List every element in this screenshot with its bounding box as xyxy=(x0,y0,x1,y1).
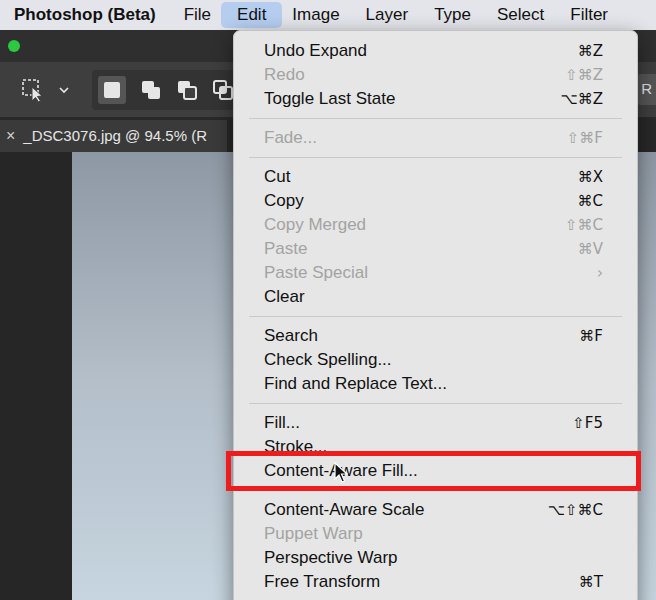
menu-item[interactable]: Toggle Last State⌥⌘Z xyxy=(234,87,637,111)
menu-item-label: Copy Merged xyxy=(264,212,565,238)
menu-item[interactable]: Clear xyxy=(234,285,637,309)
document-tab[interactable]: × _DSC3076.jpg @ 94.5% (R xyxy=(0,120,227,152)
menu-item-shortcut: ⌘X xyxy=(578,166,603,189)
menu-separator xyxy=(234,150,637,165)
menu-item: Redo⇧⌘Z xyxy=(234,63,637,87)
menu-item-label: Fill... xyxy=(264,410,572,436)
subtract-selection-icon[interactable] xyxy=(176,79,198,101)
chevron-down-icon[interactable] xyxy=(58,84,70,96)
menu-title[interactable]: Layer xyxy=(353,2,422,28)
menu-item-shortcut: › xyxy=(597,262,603,285)
selection-tool-icon[interactable] xyxy=(20,77,46,103)
tab-close-button[interactable]: × xyxy=(6,124,15,148)
menu-item[interactable]: Perspective Warp xyxy=(234,546,637,570)
menu-item[interactable]: Stroke... xyxy=(234,435,637,459)
menu-bar: Photoshop (Beta) FileEditImageLayerTypeSe… xyxy=(0,0,656,30)
menu-item-label: Undo Expand xyxy=(264,38,578,64)
menu-item-label: Clear xyxy=(264,284,603,310)
menu-item-shortcut: ⇧⌘F xyxy=(567,127,603,150)
menu-item-shortcut: ⌘T xyxy=(579,571,603,594)
menu-item-shortcut: ⌥⇧⌘C xyxy=(548,499,603,522)
menu-item-shortcut: ⇧F5 xyxy=(572,412,603,435)
menu-item-shortcut: ⌘Z xyxy=(578,40,603,63)
menu-item-shortcut: ⌥⌘Z xyxy=(560,88,603,111)
menu-item[interactable]: Content-Aware Scale⌥⇧⌘C xyxy=(234,498,637,522)
menu-separator xyxy=(234,309,637,324)
menu-item-label: Free Transform xyxy=(264,569,579,595)
mouse-cursor-icon xyxy=(334,462,348,484)
edit-menu: Undo Expand⌘ZRedo⇧⌘ZToggle Last State⌥⌘Z… xyxy=(233,30,638,600)
menu-item: Paste Special› xyxy=(234,261,637,285)
menu-item-shortcut: ⇧⌘C xyxy=(565,214,603,237)
menu-item-label: Fade... xyxy=(264,125,567,151)
menu-item-label: Perspective Warp xyxy=(264,545,603,571)
menu-item: Puppet Warp xyxy=(234,522,637,546)
menu-item[interactable]: Check Spelling... xyxy=(234,348,637,372)
menu-title[interactable]: Edit xyxy=(221,2,282,28)
zoom-button[interactable] xyxy=(8,40,20,52)
menu-title[interactable]: Filter xyxy=(557,2,621,28)
menu-item-label: Check Spelling... xyxy=(264,347,603,373)
tab-title: _DSC3076.jpg @ 94.5% (R xyxy=(23,125,207,148)
menu-item[interactable]: Fill...⇧F5 xyxy=(234,411,637,435)
annotation-box xyxy=(226,451,641,491)
menu-item-shortcut: ⌘F xyxy=(579,325,603,348)
menu-item: Paste⌘V xyxy=(234,237,637,261)
screen: Photoshop (Beta)FileEditImageLayerTypeSe… xyxy=(0,0,656,600)
new-selection-button[interactable] xyxy=(98,76,126,104)
tools-panel xyxy=(0,152,72,600)
menu-item[interactable]: Free Transform⌘T xyxy=(234,570,637,594)
menu-title[interactable]: Select xyxy=(484,2,557,28)
menu-item-label: Redo xyxy=(264,62,565,88)
menu-item-label: Paste Special xyxy=(264,260,597,286)
menu-item-label: Toggle Last State xyxy=(264,86,560,112)
options-cut-text: R xyxy=(637,74,656,105)
menu-item[interactable]: Content-Aware Fill... xyxy=(234,459,637,483)
menu-item[interactable]: Cut⌘X xyxy=(234,165,637,189)
menu-item-shortcut: ⌘V xyxy=(578,238,603,261)
menu-item-shortcut: ⇧⌘Z xyxy=(565,64,603,87)
menu-item-label: Stroke... xyxy=(264,434,603,460)
intersect-selection-icon[interactable] xyxy=(212,79,234,101)
menu-title[interactable]: File xyxy=(171,2,224,28)
menu-item-label: Content-Aware Fill... xyxy=(264,458,603,484)
menu-item-shortcut: ⌘C xyxy=(578,190,603,213)
add-selection-icon[interactable] xyxy=(140,79,162,101)
menu-item: Copy Merged⇧⌘C xyxy=(234,213,637,237)
menu-item[interactable]: Search⌘F xyxy=(234,324,637,348)
menu-title[interactable]: Type xyxy=(421,2,484,28)
menu-item[interactable]: Find and Replace Text... xyxy=(234,372,637,396)
menu-item-label: Find and Replace Text... xyxy=(264,371,603,397)
menu-item-label: Search xyxy=(264,323,579,349)
menu-item-label: Cut xyxy=(264,164,578,190)
menu-separator xyxy=(234,111,637,126)
menu-title[interactable]: Image xyxy=(279,2,352,28)
menu-item-label: Paste xyxy=(264,236,578,262)
menu-item[interactable]: Undo Expand⌘Z xyxy=(234,39,637,63)
app-name[interactable]: Photoshop (Beta) xyxy=(14,2,156,28)
selection-mode-group xyxy=(92,70,240,110)
menu-item[interactable]: Copy⌘C xyxy=(234,189,637,213)
menu-item-label: Copy xyxy=(264,188,578,214)
menu-item: Fade...⇧⌘F xyxy=(234,126,637,150)
menu-separator xyxy=(234,483,637,498)
menu-separator xyxy=(234,396,637,411)
menu-item-label: Content-Aware Scale xyxy=(264,497,548,523)
menu-item-label: Puppet Warp xyxy=(264,521,603,547)
new-selection-icon[interactable] xyxy=(101,79,123,101)
